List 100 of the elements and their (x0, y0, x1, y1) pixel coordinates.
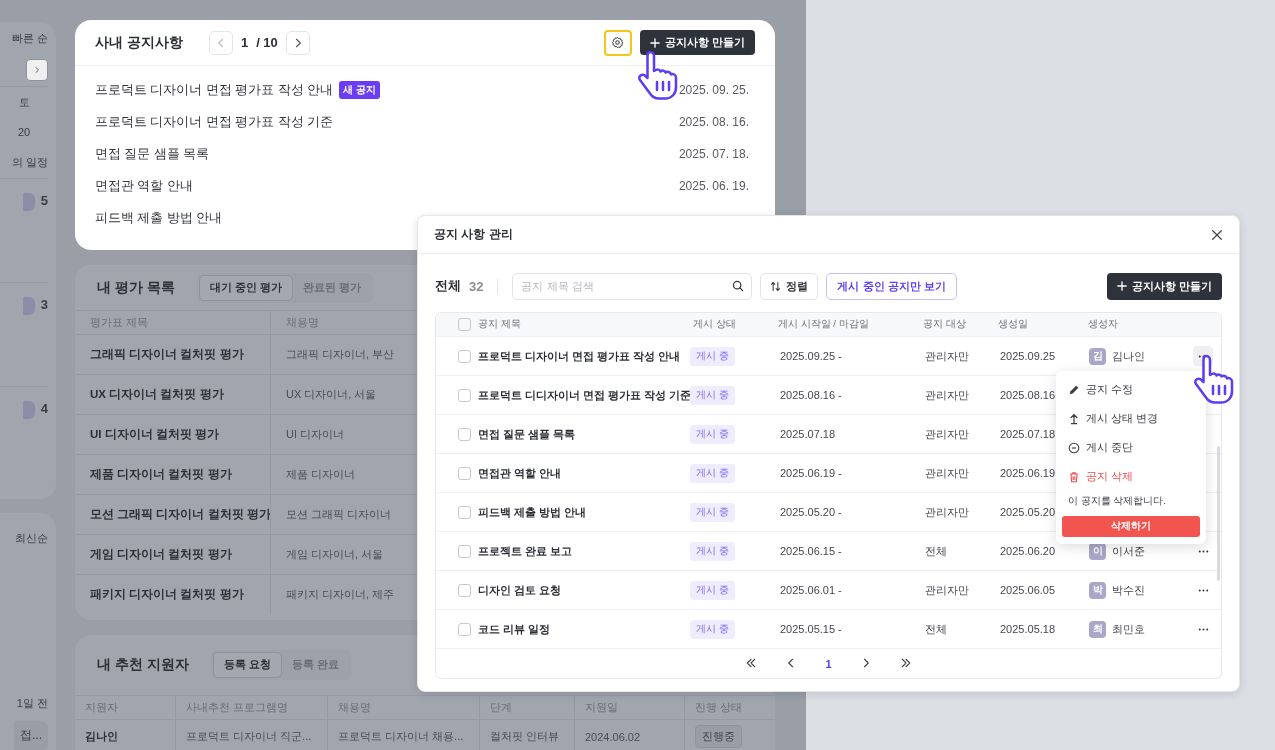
trash-icon (1068, 470, 1080, 483)
creator-name: 김나인 (1112, 348, 1145, 364)
sort-icon (770, 280, 782, 292)
day-number: 20 (17, 126, 31, 138)
double-chevron-right-icon (899, 656, 912, 669)
notice-title[interactable]: 프로덕트 디자이너 면접 평가표 작성 안내 (95, 81, 334, 99)
table-cell: 관리자만 (925, 582, 969, 598)
double-chevron-left-icon (745, 656, 758, 669)
schedule-label: 의 일정 (11, 154, 48, 170)
table-cell-text: 제품 디자이너 컬처핏 평가 (89, 467, 233, 482)
table-cell: 2025.05.15 - (780, 623, 842, 635)
notice-title[interactable]: 프로젝트 완료 보고 (471, 543, 573, 559)
avatar: 박 (1089, 581, 1106, 599)
status-badge: 게시 중 (690, 463, 735, 483)
table-cell: 2025.06.19 - (780, 467, 842, 479)
notice-title[interactable]: 면접 질문 샘플 목록 (95, 145, 210, 163)
total-pages: / 10 (256, 35, 278, 50)
close-button[interactable] (1211, 228, 1223, 241)
notice-title[interactable]: 피드백 제출 방법 안내 (471, 504, 587, 520)
column-header: 공지 제목 (477, 318, 522, 331)
event-count: 4 (40, 401, 48, 416)
avatar: 김 (1089, 347, 1106, 365)
notice-date: 2025. 06. 19. (678, 179, 749, 193)
menu-item[interactable]: 공지 삭제 (1062, 462, 1200, 491)
notice-title[interactable]: 면접관 역할 안내 (471, 465, 562, 481)
plus-icon (1116, 281, 1127, 291)
sort-label: 최신순 (15, 531, 48, 546)
column-header: 공지 대상 (922, 318, 967, 331)
creator-name: 이서준 (1112, 543, 1145, 559)
table-cell: 2025.06.01 - (780, 584, 842, 596)
column-header: 생성일 (997, 318, 1029, 331)
menu-item[interactable]: 게시 중단 (1062, 433, 1200, 462)
table-cell: 2025.09.25 (1000, 350, 1056, 362)
table-cell: 전체 (925, 543, 947, 559)
new-badge: 새 공지 (339, 81, 381, 99)
checkbox[interactable] (458, 427, 471, 441)
tab[interactable]: 대기 중인 평가 (198, 274, 293, 301)
menu-item[interactable]: 게시 상태 변경 (1062, 404, 1200, 433)
status-badge: 게시 중 (690, 502, 735, 522)
creator-name: 최민호 (1112, 621, 1145, 637)
plus-icon (649, 37, 660, 48)
page-number[interactable]: 1 (825, 657, 832, 670)
checkbox[interactable] (458, 466, 471, 480)
search-field[interactable]: 공지 제목 검색 (512, 272, 753, 300)
more-icon (1197, 588, 1209, 592)
pencil-icon (1068, 383, 1080, 396)
notice-title[interactable]: 프로덕트 디자이너 면접 평가표 작성 기준 (95, 113, 334, 131)
table-cell: 2024.06.02 (574, 720, 684, 750)
notice-title[interactable]: 면접 질문 샘플 목록 (471, 426, 576, 442)
notice-title[interactable]: 프로덕트 디디자이너 면접 평가표 작성 기준 (471, 387, 692, 403)
event-count: 3 (40, 297, 48, 312)
dialog-title: 공지 사항 관리 (434, 226, 513, 243)
table-cell: 관리자만 (925, 387, 969, 403)
minus-circle-icon (1068, 441, 1080, 454)
table-cell: 프로덕트 디자이너 채용... (327, 720, 479, 750)
notice-title[interactable]: 디자인 검토 요청 (471, 582, 562, 598)
checkbox[interactable] (458, 349, 471, 363)
notice-title[interactable]: 코드 리뷰 일정 (471, 621, 551, 637)
total-label: 전체 (435, 277, 461, 295)
table-cell: 2025.08.16 - (780, 389, 842, 401)
creator-name: 박수진 (1112, 582, 1145, 598)
create-notice-button[interactable]: 공지사항 만들기 (639, 30, 755, 55)
status-badge: 게시 중 (690, 580, 735, 600)
tab[interactable]: 등록 요청 (212, 652, 282, 678)
notice-title[interactable]: 프로덕트 디자이너 면접 평가표 작성 안내 (471, 348, 681, 364)
table-cell-text: 모션 그래픽 디자이너 컬처핏 평가 (89, 507, 270, 522)
sort-label: 빠른 순 (11, 30, 48, 46)
time-ago: 1일 전 (16, 696, 48, 711)
more-icon (1197, 549, 1209, 553)
avatar: 최 (1089, 620, 1106, 638)
next-button[interactable] (26, 59, 48, 81)
status-badge: 게시 중 (690, 619, 735, 639)
filter-button[interactable]: 게시 중인 공지만 보기 (826, 272, 957, 300)
table-cell: 관리자만 (925, 504, 969, 520)
table-cell: 2025.06.19 (1000, 467, 1056, 479)
sort-button[interactable]: 정렬 (760, 272, 819, 300)
notice-date: 2025. 09. 25. (678, 83, 749, 97)
status-badge: 진행중 (695, 725, 742, 748)
create-notice-button[interactable]: 공지사항 만들기 (1106, 272, 1222, 300)
checkbox[interactable] (458, 505, 471, 519)
table-cell-text: 그래픽 디자이너 컬처핏 평가 (89, 347, 245, 362)
checkbox[interactable] (458, 622, 471, 636)
total-count: 32 (469, 278, 499, 294)
table-cell: 2025.07.18 (1000, 428, 1056, 440)
table-cell: 관리자만 (925, 465, 969, 481)
column-header: 게시 상태 (692, 318, 737, 331)
table-cell: 2025.06.20 (1000, 545, 1056, 557)
table-cell: 관리자만 (925, 426, 969, 442)
activity-item[interactable]: 접... (14, 721, 48, 750)
table-cell: 2025.07.18 (780, 428, 836, 440)
confirm-text: 이 공지를 삭제합니다. (1067, 494, 1167, 508)
checkbox[interactable] (458, 388, 471, 402)
table-cell: 전체 (925, 621, 947, 637)
checkbox[interactable] (458, 583, 471, 597)
checkbox[interactable] (458, 318, 471, 331)
table-cell: 2025.09.25 - (780, 350, 842, 362)
settings-button[interactable] (603, 29, 632, 56)
notice-title[interactable]: 피드백 제출 방법 안내 (95, 209, 223, 227)
notice-title[interactable]: 면접관 역할 안내 (95, 177, 193, 195)
checkbox[interactable] (458, 544, 471, 558)
